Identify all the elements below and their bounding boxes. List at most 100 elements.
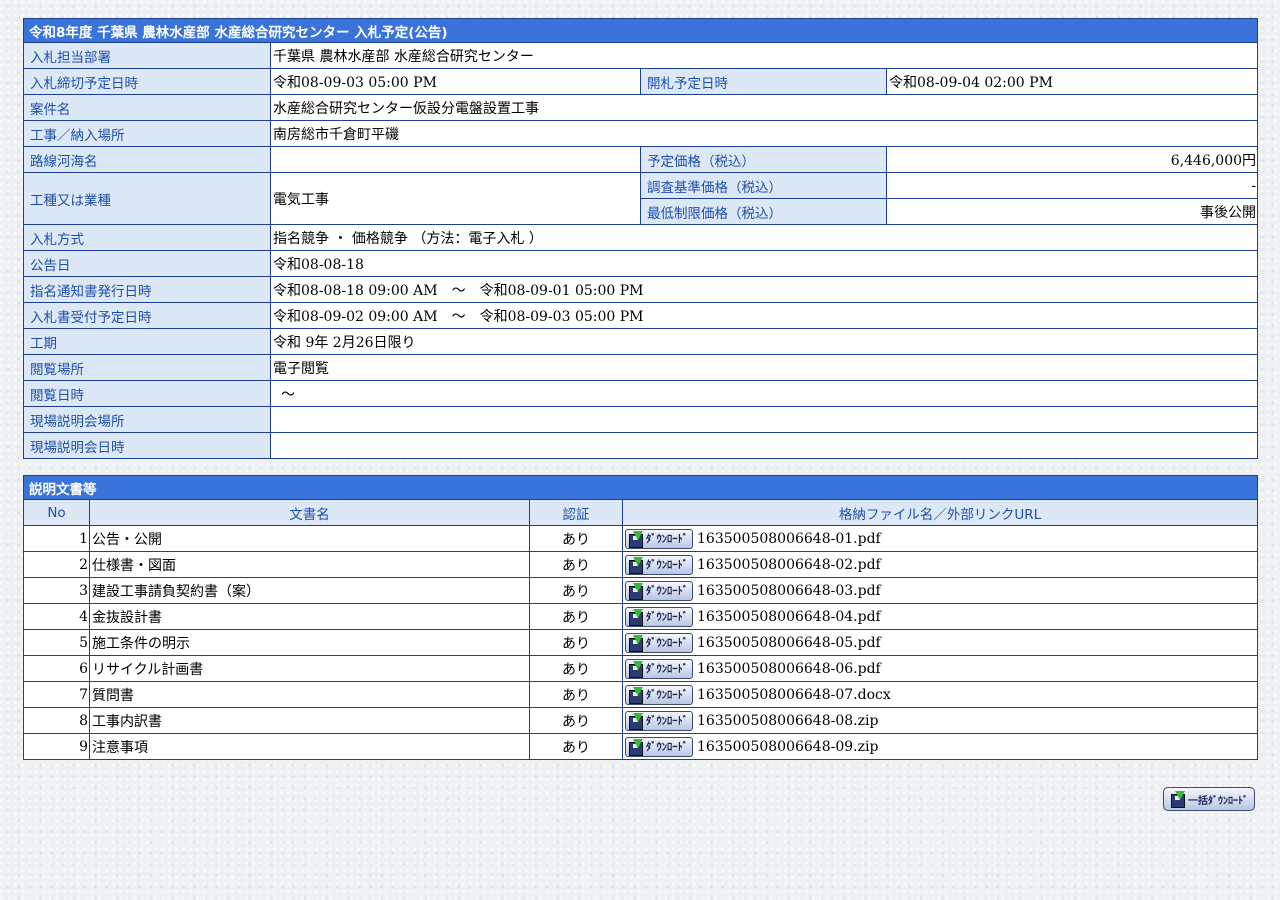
route-value	[270, 146, 641, 173]
doc-file-cell: ﾀﾞｳﾝﾛｰﾄﾞ 163500508006648-07.docx	[622, 681, 1258, 708]
table-row: 2 仕様書・図面 あり ﾀﾞｳﾝﾛｰﾄﾞ 163500508006648-02.pdf	[23, 551, 1258, 578]
case-label: 案件名	[23, 94, 271, 121]
viewing-place-value: 電子閲覧	[269, 354, 1259, 381]
doc-cert: あり	[529, 655, 623, 682]
period-label: 工期	[23, 328, 271, 355]
doc-no: 2	[23, 551, 90, 578]
download-label: ﾀﾞｳﾝﾛｰﾄﾞ	[646, 611, 688, 623]
download-button[interactable]: ﾀﾞｳﾝﾛｰﾄﾞ	[625, 632, 693, 653]
notice-date-value: 令和08-08-18	[269, 250, 1259, 277]
doc-name: 質問書	[89, 681, 530, 708]
planned-price-value: 6,446,000円	[885, 146, 1259, 173]
download-button[interactable]: ﾀﾞｳﾝﾛｰﾄﾞ	[625, 554, 693, 575]
survey-price-value: -	[885, 172, 1259, 199]
download-icon	[628, 582, 644, 600]
opening-value: 令和08-09-04 02:00 PM	[885, 68, 1259, 95]
col-cert-header: 認証	[529, 499, 623, 526]
doc-no: 9	[23, 733, 90, 760]
download-label: ﾀﾞｳﾝﾛｰﾄﾞ	[646, 663, 688, 675]
download-icon	[628, 686, 644, 704]
col-name-header: 文書名	[89, 499, 530, 526]
type-label: 工種又は業種	[23, 172, 271, 225]
doc-no: 1	[23, 525, 90, 552]
site-place-value	[269, 406, 1259, 433]
period-value: 令和 9年 2月26日限り	[269, 328, 1259, 355]
doc-file-cell: ﾀﾞｳﾝﾛｰﾄﾞ 163500508006648-08.zip	[622, 707, 1258, 734]
download-button[interactable]: ﾀﾞｳﾝﾛｰﾄﾞ	[625, 580, 693, 601]
min-price-label: 最低制限価格（税込）	[640, 198, 887, 225]
notice-date-label: 公告日	[23, 250, 271, 277]
min-price-value: 事後公開	[885, 198, 1259, 225]
doc-cert: あり	[529, 551, 623, 578]
doc-file-name: 163500508006648-03.pdf	[697, 582, 881, 599]
documents-title: 説明文書等	[23, 475, 1258, 500]
doc-file-name: 163500508006648-06.pdf	[697, 660, 881, 677]
doc-name: 金抜設計書	[89, 603, 530, 630]
download-label: ﾀﾞｳﾝﾛｰﾄﾞ	[646, 715, 688, 727]
doc-file-name: 163500508006648-07.docx	[697, 686, 891, 703]
doc-no: 4	[23, 603, 90, 630]
survey-price-label: 調査基準価格（税込）	[640, 172, 887, 199]
site-date-label: 現場説明会日時	[23, 432, 271, 459]
designation-value: 令和08-08-18 09:00 AM ～ 令和08-09-01 05:00 P…	[269, 276, 1259, 303]
doc-no: 6	[23, 655, 90, 682]
deadline-label: 入札締切予定日時	[23, 68, 271, 95]
bulk-download-button[interactable]: 一括ﾀﾞｳﾝﾛｰﾄﾞ	[1163, 787, 1255, 811]
doc-file-name: 163500508006648-02.pdf	[697, 556, 881, 573]
doc-cert: あり	[529, 681, 623, 708]
doc-cert: あり	[529, 603, 623, 630]
route-label: 路線河海名	[23, 146, 271, 173]
doc-file-name: 163500508006648-05.pdf	[697, 634, 881, 651]
case-value: 水産総合研究センター仮設分電盤設置工事	[269, 94, 1259, 121]
download-icon	[628, 712, 644, 730]
doc-name: 注意事項	[89, 733, 530, 760]
col-no-header: No	[23, 499, 90, 526]
designation-label: 指名通知書発行日時	[23, 276, 271, 303]
download-label: ﾀﾞｳﾝﾛｰﾄﾞ	[646, 637, 688, 649]
download-icon	[628, 530, 644, 548]
doc-cert: あり	[529, 707, 623, 734]
table-row: 1 公告・公開 あり ﾀﾞｳﾝﾛｰﾄﾞ 163500508006648-01.pdf	[23, 525, 1258, 552]
download-button[interactable]: ﾀﾞｳﾝﾛｰﾄﾞ	[625, 710, 693, 731]
download-button[interactable]: ﾀﾞｳﾝﾛｰﾄﾞ	[625, 736, 693, 757]
download-button[interactable]: ﾀﾞｳﾝﾛｰﾄﾞ	[625, 528, 693, 549]
doc-cert: あり	[529, 577, 623, 604]
dept-value: 千葉県 農林水産部 水産総合研究センター	[269, 42, 1259, 69]
download-button[interactable]: ﾀﾞｳﾝﾛｰﾄﾞ	[625, 658, 693, 679]
viewing-place-label: 閲覧場所	[23, 354, 271, 381]
viewing-date-label: 閲覧日時	[23, 380, 271, 407]
doc-no: 3	[23, 577, 90, 604]
doc-file-name: 163500508006648-01.pdf	[697, 530, 881, 547]
doc-file-name: 163500508006648-09.zip	[697, 738, 879, 755]
doc-name: 建設工事請負契約書（案）	[89, 577, 530, 604]
viewing-date-value: ～	[269, 380, 1259, 407]
table-row: 7 質問書 あり ﾀﾞｳﾝﾛｰﾄﾞ 163500508006648-07.docx	[23, 681, 1258, 708]
download-icon	[628, 556, 644, 574]
doc-name: 施工条件の明示	[89, 629, 530, 656]
doc-file-cell: ﾀﾞｳﾝﾛｰﾄﾞ 163500508006648-04.pdf	[622, 603, 1258, 630]
download-label: ﾀﾞｳﾝﾛｰﾄﾞ	[646, 559, 688, 571]
download-label: ﾀﾞｳﾝﾛｰﾄﾞ	[646, 585, 688, 597]
doc-cert: あり	[529, 629, 623, 656]
opening-label: 開札予定日時	[640, 68, 887, 95]
site-place-label: 現場説明会場所	[23, 406, 271, 433]
place-value: 南房総市千倉町平磯	[269, 120, 1259, 147]
type-value: 電気工事	[270, 172, 641, 225]
doc-name: 公告・公開	[89, 525, 530, 552]
reception-value: 令和08-09-02 09:00 AM ～ 令和08-09-03 05:00 P…	[269, 302, 1259, 329]
download-button[interactable]: ﾀﾞｳﾝﾛｰﾄﾞ	[625, 684, 693, 705]
doc-file-name: 163500508006648-08.zip	[697, 712, 879, 729]
doc-no: 8	[23, 707, 90, 734]
dept-label: 入札担当部署	[23, 42, 271, 69]
doc-file-cell: ﾀﾞｳﾝﾛｰﾄﾞ 163500508006648-09.zip	[622, 733, 1258, 760]
reception-label: 入札書受付予定日時	[23, 302, 271, 329]
method-value: 指名競争 ・ 価格競争 （方法：電子入札 ）	[269, 224, 1259, 251]
doc-file-name: 163500508006648-04.pdf	[697, 608, 881, 625]
col-file-header: 格納ファイル名／外部リンクURL	[622, 499, 1258, 526]
download-button[interactable]: ﾀﾞｳﾝﾛｰﾄﾞ	[625, 606, 693, 627]
table-row: 3 建設工事請負契約書（案） あり ﾀﾞｳﾝﾛｰﾄﾞ 163500508006648-0…	[23, 577, 1258, 604]
bulk-download-label: 一括ﾀﾞｳﾝﾛｰﾄﾞ	[1188, 795, 1248, 807]
table-row: 5 施工条件の明示 あり ﾀﾞｳﾝﾛｰﾄﾞ 163500508006648-05.pdf	[23, 629, 1258, 656]
doc-file-cell: ﾀﾞｳﾝﾛｰﾄﾞ 163500508006648-03.pdf	[622, 577, 1258, 604]
documents-rows: 1 公告・公開 あり ﾀﾞｳﾝﾛｰﾄﾞ 163500508006648-01.pdf 2 仕…	[23, 525, 1258, 760]
